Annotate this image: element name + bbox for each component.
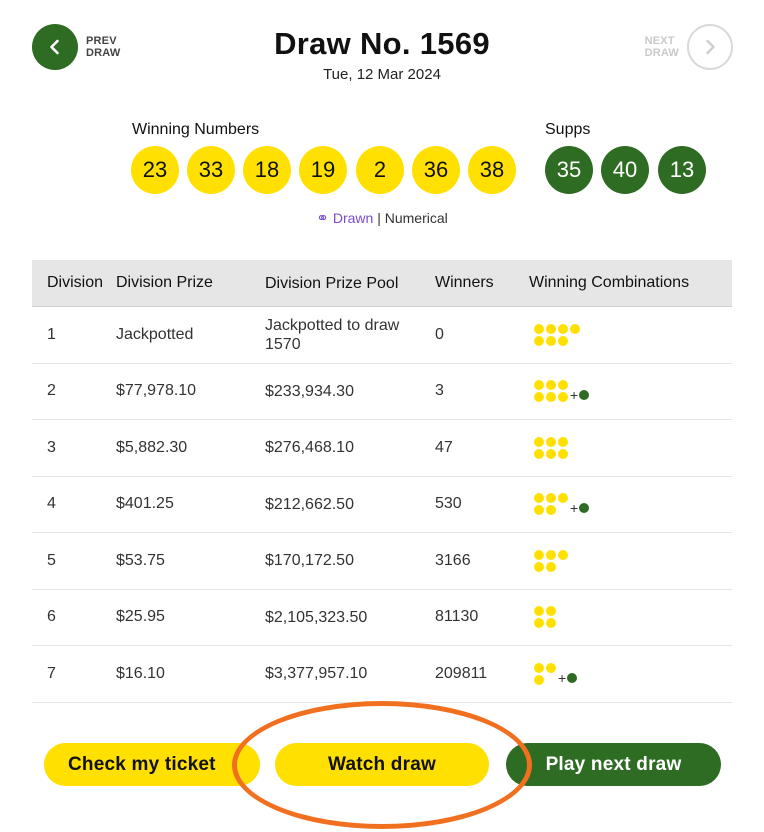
drawn-order-link[interactable]: Drawn [333, 210, 373, 226]
header-division-prize: Division Prize [116, 274, 213, 291]
table-header: Division Division Prize Division Prize P… [32, 260, 732, 307]
table-row: 7 $16.10 $3,377,957.10 209811 + [32, 646, 732, 703]
division-cell: 3 [47, 438, 56, 456]
prize-cell: $53.75 [116, 551, 165, 569]
prize-cell: Jackpotted [116, 325, 194, 343]
winning-ball: 36 [412, 146, 460, 194]
chevron-right-icon [687, 24, 733, 70]
table-row: 3 $5,882.30 $276,468.10 47 [32, 420, 732, 477]
toggle-separator: | [377, 210, 381, 226]
prize-cell: $77,978.10 [116, 382, 197, 400]
combination-cell [529, 590, 732, 646]
division-cell: 1 [47, 325, 56, 343]
balls-icon: ⚭ [316, 210, 329, 227]
winning-ball: 2 [356, 146, 404, 194]
combination-cell: + [529, 646, 732, 702]
supp-ball: 40 [601, 146, 649, 194]
winning-ball: 23 [131, 146, 179, 194]
order-toggle: ⚭ Drawn | Numerical [0, 209, 764, 227]
combination-cell: + [529, 477, 732, 533]
table-row: 1 Jackpotted Jackpotted to draw 1570 0 [32, 307, 732, 364]
combination-icon [534, 549, 568, 572]
winners-cell: 0 [435, 325, 444, 343]
pool-cell: $212,662.50 [265, 495, 354, 513]
supps-label: Supps [545, 121, 591, 138]
highlight-circle-annotation [232, 701, 532, 829]
numerical-order-link[interactable]: Numerical [385, 210, 448, 226]
supp-ball: 35 [545, 146, 593, 194]
pool-cell: $2,105,323.50 [265, 608, 368, 626]
combination-cell [529, 420, 732, 476]
winning-ball: 19 [299, 146, 347, 194]
prize-cell: $401.25 [116, 495, 174, 513]
combination-cell [529, 307, 732, 363]
next-draw-label: NEXT DRAW [644, 35, 679, 59]
combination-cell [529, 533, 732, 589]
prize-cell: $5,882.30 [116, 438, 188, 456]
pool-cell: Jackpotted to draw 1570 [265, 316, 400, 353]
division-cell: 6 [47, 608, 56, 626]
pool-cell: $233,934.30 [265, 382, 354, 400]
pool-cell: $170,172.50 [265, 552, 354, 570]
combination-cell: + [529, 364, 732, 420]
winners-cell: 530 [435, 495, 462, 513]
division-cell: 4 [47, 495, 56, 513]
combination-icon: + [534, 662, 578, 685]
division-cell: 7 [47, 664, 56, 682]
table-row: 4 $401.25 $212,662.50 530 + [32, 477, 732, 533]
combination-icon [534, 436, 568, 459]
winners-cell: 81130 [435, 608, 479, 626]
combination-icon: + [534, 493, 590, 516]
pool-cell: $3,377,957.10 [265, 665, 368, 683]
winning-ball: 33 [187, 146, 235, 194]
check-my-ticket-button[interactable]: Check my ticket [44, 743, 260, 786]
header-division-prize-pool: Division Prize Pool [265, 274, 399, 292]
winners-cell: 47 [435, 438, 453, 456]
next-draw-button[interactable]: NEXT DRAW [645, 24, 733, 70]
supp-ball: 13 [658, 146, 706, 194]
prize-cell: $16.10 [116, 664, 165, 682]
header-winning-combinations: Winning Combinations [529, 274, 690, 291]
table-row: 5 $53.75 $170,172.50 3166 [32, 533, 732, 590]
division-cell: 2 [47, 382, 56, 400]
winners-cell: 209811 [435, 664, 488, 682]
winning-ball: 38 [468, 146, 516, 194]
winners-cell: 3166 [435, 551, 471, 569]
prize-cell: $25.95 [116, 608, 165, 626]
play-next-draw-button[interactable]: Play next draw [506, 743, 721, 786]
results-table: Division Division Prize Division Prize P… [32, 260, 732, 703]
combination-icon: + [534, 380, 590, 403]
table-row: 6 $25.95 $2,105,323.50 81130 [32, 590, 732, 646]
header-division: Division [47, 274, 104, 291]
header-winners: Winners [435, 274, 494, 291]
winning-numbers-label: Winning Numbers [132, 121, 260, 138]
combination-icon [534, 606, 556, 629]
winners-cell: 3 [435, 382, 444, 400]
winning-ball: 18 [243, 146, 291, 194]
combination-icon [534, 323, 580, 346]
pool-cell: $276,468.10 [265, 439, 354, 457]
division-cell: 5 [47, 551, 56, 569]
table-row: 2 $77,978.10 $233,934.30 3 + [32, 364, 732, 420]
